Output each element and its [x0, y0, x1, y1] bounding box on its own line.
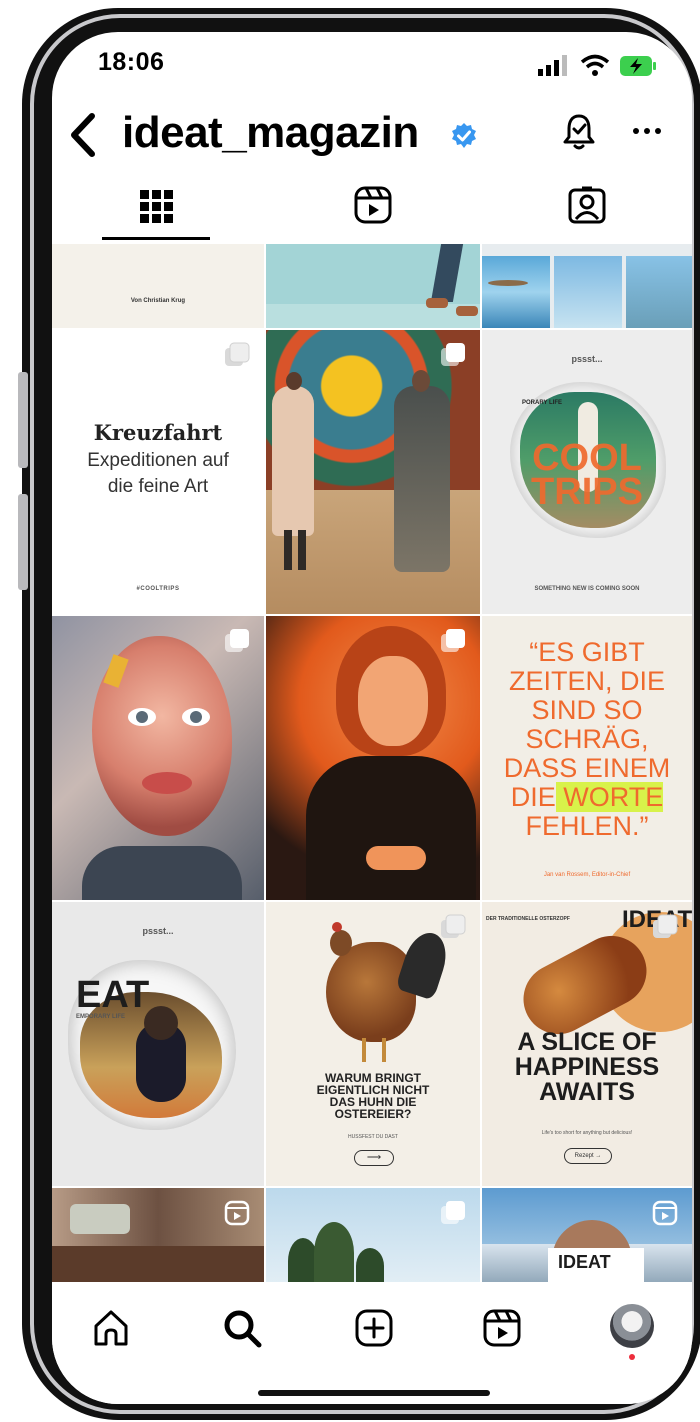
reels-icon [354, 186, 392, 224]
cellular-signal-icon [538, 55, 567, 76]
post-label: EMPORARY LIFE [76, 1014, 126, 1020]
phone-screen: 18:06 ideat_magazin Von Christian Krug K… [52, 32, 692, 1404]
tab-reels[interactable] [354, 180, 392, 242]
wifi-icon [580, 54, 610, 76]
grid-post[interactable] [52, 1188, 264, 1284]
home-icon[interactable] [92, 1308, 130, 1348]
post-headline: A SLICE OF [517, 1028, 657, 1056]
status-icons [538, 54, 656, 76]
post-logo: EAT [76, 974, 150, 1016]
active-tab-indicator [102, 237, 210, 240]
status-bar: 18:06 [52, 32, 692, 92]
carousel-icon [441, 914, 466, 938]
profile-tabs [52, 180, 692, 242]
profile-username: ideat_magazin [122, 108, 419, 157]
grid-post[interactable]: “ES GIBT ZEITEN, DIE SIND SO SCHRÄG, DAS… [482, 616, 692, 900]
grid-post[interactable]: DER TRADITIONELLE OSTERZOPF IDEAT A SLIC… [482, 902, 692, 1186]
post-small-text: HUSSFEST DU DAST [348, 1134, 398, 1140]
grid-post[interactable]: IDEAT [482, 1188, 692, 1284]
quote-line: SIND SO [531, 695, 643, 725]
quote-line: DIE WORTE [510, 782, 664, 812]
post-kicker: DER TRADITIONELLE OSTERZOPF [486, 916, 570, 922]
grid-post[interactable] [266, 616, 480, 900]
search-icon[interactable] [222, 1308, 262, 1348]
quote-line: SCHRÄG, [525, 724, 649, 754]
quote-credit: Jan van Rossem, Editor-in-Chief [543, 872, 631, 878]
grid-icon [140, 190, 173, 223]
post-sign-text: IDEAT [558, 1252, 611, 1272]
volume-down-button [18, 494, 28, 590]
notification-bell-icon[interactable] [562, 112, 596, 152]
post-label: PORARY LIFE [522, 400, 563, 406]
create-post-icon[interactable] [354, 1308, 394, 1348]
battery-charging-icon [620, 56, 656, 76]
grid-post[interactable] [52, 616, 264, 900]
tagged-icon [568, 186, 606, 224]
back-arrow-icon[interactable] [64, 110, 104, 160]
tab-grid[interactable] [138, 180, 174, 242]
profile-header: ideat_magazin [52, 102, 692, 172]
carousel-icon [441, 343, 465, 366]
grid-post[interactable]: pssst... EAT EMPORARY LIFE [52, 902, 264, 1186]
carousel-icon [225, 342, 250, 366]
grid-post[interactable] [266, 244, 480, 328]
post-headline: OSTEREIER? [334, 1107, 412, 1121]
post-recipe-button: Rezept → [564, 1148, 612, 1164]
verified-badge-icon [452, 123, 476, 148]
carousel-icon [441, 629, 465, 652]
quote-line: ZEITEN, DIE [508, 666, 665, 696]
post-subtitle: Expeditionen auf [87, 450, 229, 471]
post-headline: TRIPS [531, 471, 643, 513]
notification-dot [629, 1354, 635, 1360]
post-headline: AWAITS [539, 1078, 635, 1106]
grid-post[interactable]: WARUM BRINGT EIGENTLICH NICHT DAS HUHN D… [266, 902, 480, 1186]
reel-icon [224, 1200, 250, 1226]
grid-post[interactable] [266, 1188, 480, 1284]
post-kicker: pssst... [571, 354, 603, 364]
post-caption: Von Christian Krug [130, 298, 186, 304]
grid-post[interactable]: Kreuzfahrt Expeditionen auf die feine Ar… [52, 330, 264, 614]
post-footer: SOMETHING NEW IS COMING SOON [534, 586, 640, 592]
post-headline: HAPPINESS [514, 1053, 660, 1081]
post-title: Kreuzfahrt [93, 420, 223, 445]
reel-icon [652, 1200, 678, 1226]
post-subtitle: die feine Art [107, 476, 209, 497]
more-options-icon[interactable] [632, 116, 662, 146]
posts-grid: Von Christian Krug Kreuzfahrt Expedition… [52, 244, 692, 1284]
post-hashtag: #COOLTRIPS [136, 586, 180, 592]
post-small-text: Life's too short for anything but delici… [541, 1130, 633, 1136]
bottom-navigation [52, 1282, 692, 1404]
quote-line: “ES GIBT [529, 637, 645, 667]
status-time: 18:06 [98, 48, 165, 76]
volume-up-button [18, 372, 28, 468]
carousel-icon [653, 914, 678, 938]
home-indicator [258, 1390, 490, 1396]
reels-nav-icon[interactable] [482, 1308, 522, 1348]
post-arrow-button: ⟶ [354, 1150, 394, 1166]
highlight-text: WORTE [555, 782, 664, 812]
grid-post[interactable]: Von Christian Krug [52, 244, 264, 328]
grid-post[interactable]: pssst... PORARY LIFE COOL TRIPS SOMETHIN… [482, 330, 692, 614]
grid-post[interactable] [266, 330, 480, 614]
carousel-icon [441, 1201, 465, 1224]
carousel-icon [225, 629, 249, 652]
profile-avatar[interactable] [610, 1304, 654, 1348]
quote-line: DASS EINEM [503, 753, 671, 783]
grid-post[interactable] [482, 244, 692, 328]
quote-line: FEHLEN.” [525, 811, 649, 841]
tab-tagged[interactable] [568, 180, 606, 242]
post-kicker: pssst... [142, 926, 174, 936]
